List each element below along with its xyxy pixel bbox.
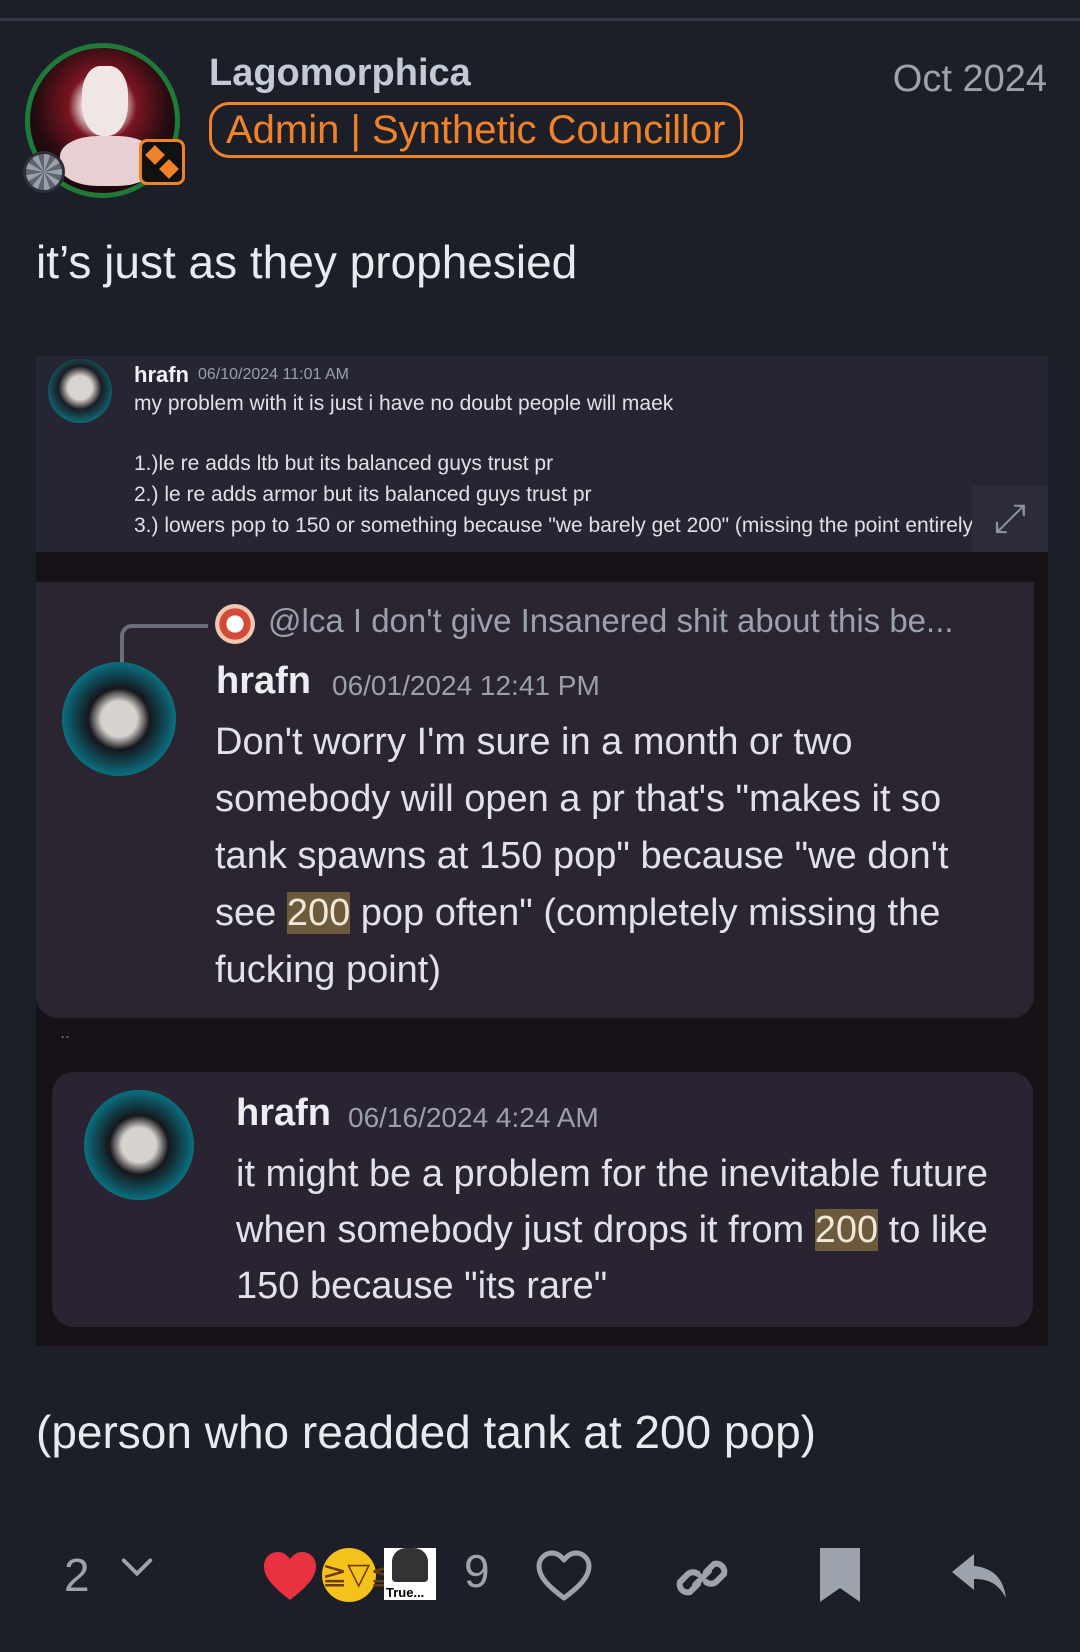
highlighted-text: 200 — [814, 1209, 879, 1251]
message-timestamp: 06/01/2024 12:41 PM — [332, 670, 600, 701]
message-username: hrafn — [134, 362, 189, 387]
link-icon[interactable] — [674, 1550, 730, 1606]
message-username: hrafn — [236, 1092, 331, 1134]
expand-icon[interactable]: ⤢ — [972, 486, 1048, 552]
user-title-badge: Admin | Synthetic Councillor — [209, 102, 743, 158]
heart-emoji-icon[interactable] — [262, 1550, 318, 1602]
chat-message-small: hrafn 06/10/2024 11:01 AM my problem wit… — [36, 356, 1048, 552]
like-icon[interactable] — [534, 1548, 594, 1604]
avatar — [84, 1090, 194, 1200]
emoji-label: True... — [386, 1585, 425, 1600]
message-body: it might be a problem for the inevitable… — [236, 1146, 996, 1314]
post-text: (person who readded tank at 200 pop) — [36, 1406, 816, 1458]
reaction-count[interactable]: 9 — [464, 1544, 490, 1598]
chat-message-third: hrafn 06/16/2024 4:24 AM it might be a p… — [52, 1072, 1033, 1327]
separator-dots: .. — [60, 1022, 71, 1042]
emoji-image — [392, 1548, 428, 1582]
message-timestamp: 06/10/2024 11:01 AM — [198, 366, 349, 383]
reply-connector — [120, 624, 208, 664]
message-body: Don't worry I'm sure in a month or two s… — [215, 714, 1015, 999]
message-timestamp: 06/16/2024 4:24 AM — [348, 1102, 599, 1133]
gear-icon — [23, 151, 65, 193]
avatar — [48, 359, 112, 423]
reply-icon[interactable] — [950, 1552, 1008, 1602]
chat-message-large: @lca I don't give Insanered shit about t… — [36, 582, 1034, 1018]
author-name[interactable]: Lagomorphica — [209, 52, 471, 95]
message-line: 3.) lowers pop to 150 or something becau… — [134, 514, 981, 537]
post-date[interactable]: Oct 2024 — [893, 58, 1047, 101]
reply-avatar — [215, 604, 255, 644]
highlighted-text: 200 — [286, 892, 351, 934]
true-emoji-icon[interactable]: True... — [384, 1548, 436, 1600]
message-line: 1.)le re adds ltb but its balanced guys … — [134, 452, 554, 475]
post-text: it’s just as they prophesied — [36, 236, 578, 288]
avatar — [62, 662, 176, 776]
author-avatar[interactable] — [23, 43, 190, 208]
laugh-emoji-icon[interactable]: ≧▽≦ — [322, 1548, 395, 1602]
post-actions: 2 ≧▽≦ True... 9 — [0, 1540, 1080, 1616]
replies-count[interactable]: 2 — [64, 1548, 90, 1602]
flair-icon — [139, 139, 185, 185]
embedded-screenshot[interactable]: hrafn 06/10/2024 11:01 AM my problem wit… — [36, 356, 1048, 1346]
message-line: 2.) le re adds armor but its balanced gu… — [134, 483, 592, 506]
message-line: my problem with it is just i have no dou… — [134, 392, 674, 415]
reply-preview: @lca I don't give Insanered shit about t… — [268, 602, 954, 639]
avatar-face — [82, 66, 128, 136]
chevron-down-icon[interactable] — [118, 1548, 156, 1586]
message-username: hrafn — [216, 660, 311, 702]
bookmark-icon[interactable] — [818, 1546, 862, 1604]
top-divider — [0, 18, 1080, 21]
